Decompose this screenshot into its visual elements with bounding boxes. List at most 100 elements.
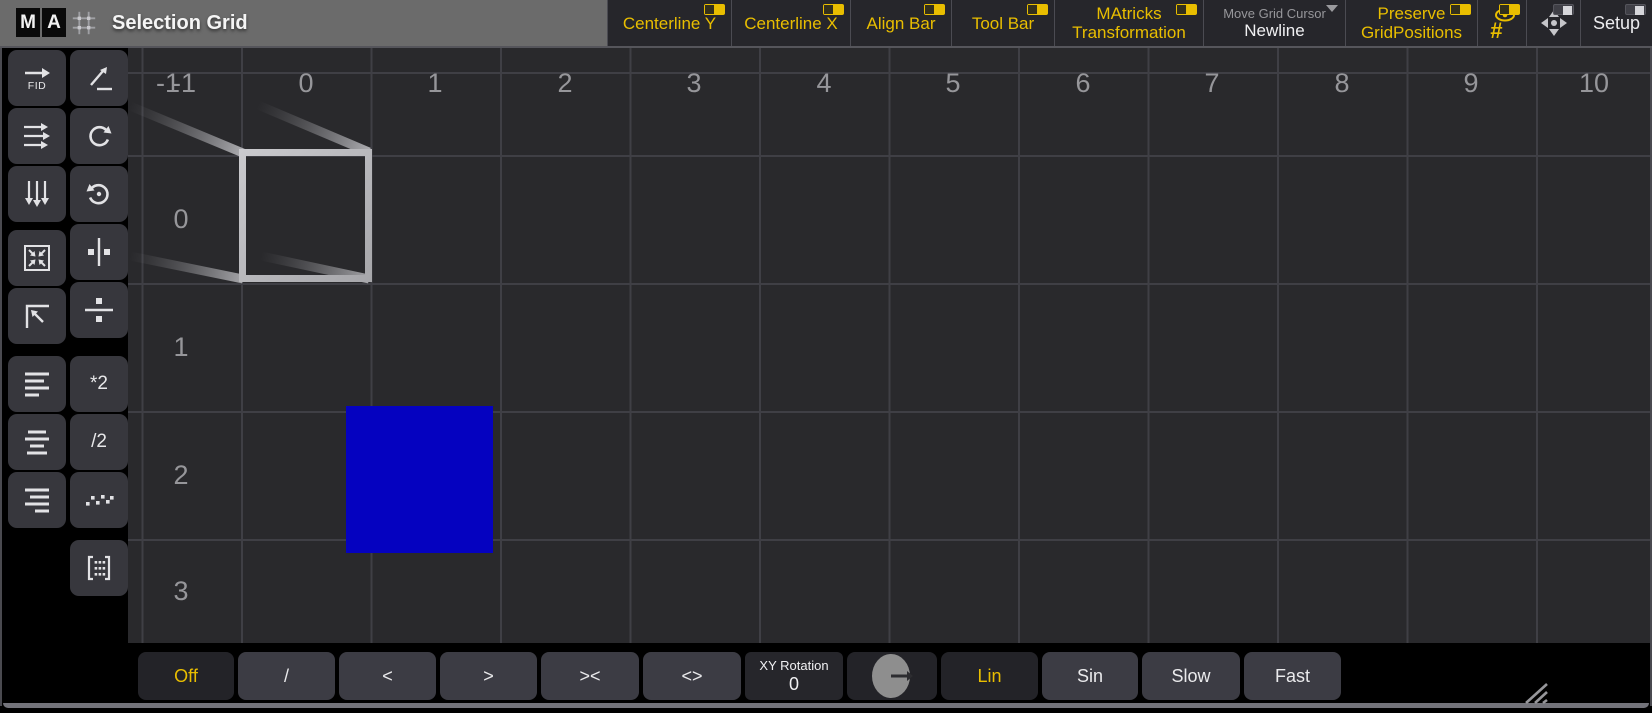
arrange-columns-button[interactable]: [8, 166, 66, 222]
phaser-lin-button[interactable]: Lin: [941, 652, 1038, 700]
corner-arrow-icon: [21, 300, 53, 332]
window-border-bottom: [3, 703, 1649, 708]
ma-logo-a: A: [42, 8, 66, 37]
xy-rotation-label: XY Rotation: [759, 658, 828, 674]
matricks-transformation-button[interactable]: MAtricks Transformation: [1054, 0, 1203, 46]
selection-grid-icon: [70, 9, 98, 37]
mirror-horizontal-icon: [82, 236, 116, 268]
divide-spacing-button[interactable]: /2: [70, 414, 128, 470]
rotate-angle-button[interactable]: [70, 50, 128, 106]
tool-bar-button[interactable]: Tool Bar: [951, 0, 1054, 46]
centerline-x-button[interactable]: Centerline X: [731, 0, 850, 46]
toggle-indicator-icon: [1176, 4, 1197, 15]
matricks-label-line2: Transformation: [1072, 23, 1186, 42]
wings-outward-button[interactable]: <>: [643, 652, 741, 700]
fid-order-button[interactable]: FID: [8, 50, 66, 106]
setup-label: Setup: [1593, 14, 1640, 33]
column-header: 1: [395, 66, 475, 100]
multiply-spacing-button[interactable]: *2: [70, 356, 128, 412]
compress-grid-button[interactable]: [8, 230, 66, 286]
mirror-vertical-icon: [82, 294, 116, 326]
column-header: 0: [266, 66, 346, 100]
phaser-sin-label: Sin: [1077, 666, 1103, 687]
preserve-label-line1: Preserve: [1377, 4, 1445, 23]
triangle-down-icon: [1326, 5, 1338, 18]
setup-button[interactable]: Setup: [1580, 0, 1652, 46]
toggle-indicator-icon: [1625, 4, 1646, 15]
centerline-x-label: Centerline X: [744, 14, 838, 33]
phaser-fast-button[interactable]: Fast: [1244, 652, 1341, 700]
column-header: 5: [913, 66, 993, 100]
matricks-label-line1: MAtricks: [1096, 4, 1161, 23]
phaser-slow-label: Slow: [1171, 666, 1210, 687]
move-to-origin-button[interactable]: [8, 288, 66, 344]
row-header: -1: [128, 66, 208, 100]
wings-inward-button[interactable]: ><: [541, 652, 639, 700]
arrows-right-triple-icon: [21, 121, 53, 151]
xy-rotation-display[interactable]: XY Rotation 0: [745, 652, 843, 700]
mirror-horizontal-button[interactable]: [70, 224, 128, 280]
selection-grid-window: -1 0 1 2 3 4 5 6 7 8 9 10 -1 0 1 2 3: [0, 0, 1652, 713]
window-title-zone[interactable]: M A Selection Grid: [0, 0, 607, 46]
rotate-counterclockwise-button[interactable]: [70, 166, 128, 222]
wings-left-button[interactable]: <: [339, 652, 436, 700]
wings-left-label: <: [382, 666, 393, 687]
move-grid-cursor-value: Newline: [1244, 21, 1304, 40]
centerline-y-button[interactable]: Centerline Y: [607, 0, 731, 46]
rotate-angle-icon: [83, 62, 115, 94]
ma-logo-m: M: [16, 8, 40, 37]
xy-rotation-knob[interactable]: [847, 652, 937, 700]
align-left-icon: [22, 370, 52, 398]
wings-off-label: Off: [174, 666, 198, 687]
toggle-indicator-icon: [1450, 4, 1471, 15]
phaser-lin-label: Lin: [977, 666, 1001, 687]
column-header: 3: [654, 66, 734, 100]
xy-rotation-value: 0: [789, 674, 799, 694]
toggle-indicator-icon: [1553, 4, 1574, 15]
align-bar-button[interactable]: Align Bar: [850, 0, 951, 46]
arrange-rows-button[interactable]: [8, 108, 66, 164]
phaser-sin-button[interactable]: Sin: [1042, 652, 1138, 700]
column-header: 6: [1043, 66, 1123, 100]
preserve-label-line2: GridPositions: [1361, 23, 1462, 42]
row-header: 2: [128, 458, 234, 492]
align-right-button[interactable]: [8, 472, 66, 528]
tool-bar-label: Tool Bar: [972, 14, 1034, 33]
window-border-left: [0, 48, 2, 706]
toggle-indicator-icon: [924, 4, 945, 15]
wings-inward-label: ><: [579, 666, 600, 687]
align-center-button[interactable]: [8, 414, 66, 470]
align-right-icon: [22, 486, 52, 514]
arrows-down-triple-icon: [22, 178, 52, 210]
move-grid-cursor-dropdown[interactable]: Move Grid Cursor Newline: [1203, 0, 1345, 46]
mirror-vertical-button[interactable]: [70, 282, 128, 338]
align-center-icon: [22, 428, 52, 456]
rotate-clockwise-button[interactable]: [70, 108, 128, 164]
column-header: 4: [784, 66, 864, 100]
multiply-label: *2: [90, 373, 108, 395]
title-bar: M A Selection Grid Centerli: [0, 0, 1652, 48]
resize-grip[interactable]: [1518, 678, 1550, 706]
toggle-indicator-icon: [1499, 4, 1520, 15]
column-header: 9: [1431, 66, 1511, 100]
wings-slash-button[interactable]: /: [238, 652, 335, 700]
row-header: 3: [128, 574, 234, 608]
randomize-button[interactable]: [70, 472, 128, 528]
wings-off-button[interactable]: Off: [138, 652, 234, 700]
matrix-button[interactable]: [70, 540, 128, 596]
move-grid-button[interactable]: [1526, 0, 1580, 46]
selection-grid-surface[interactable]: -1 0 1 2 3 4 5 6 7 8 9 10 -1 0 1 2 3: [128, 48, 1652, 643]
svg-text:#: #: [1490, 18, 1503, 42]
wings-right-button[interactable]: >: [440, 652, 537, 700]
wings-slash-label: /: [284, 666, 289, 687]
dots-random-icon: [84, 488, 114, 512]
centerline-y-label: Centerline Y: [623, 14, 716, 33]
wings-outward-label: <>: [681, 666, 702, 687]
phaser-slow-button[interactable]: Slow: [1142, 652, 1240, 700]
align-left-button[interactable]: [8, 356, 66, 412]
selected-fixture-cell[interactable]: [346, 406, 493, 553]
wings-right-label: >: [483, 666, 494, 687]
preserve-gridpositions-button[interactable]: Preserve GridPositions: [1345, 0, 1477, 46]
window-title: Selection Grid: [112, 0, 248, 46]
grid-numbers-visibility-button[interactable]: #: [1477, 0, 1526, 46]
